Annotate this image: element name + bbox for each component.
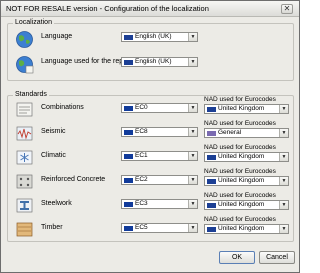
close-icon: ✕ bbox=[283, 4, 291, 13]
combinations-nad: United Kingdom bbox=[218, 105, 265, 112]
concrete-code: EC2 bbox=[135, 176, 148, 183]
timber-nad-select[interactable]: United Kingdom ▼ bbox=[204, 224, 289, 234]
report-language-value: English (UK) bbox=[135, 58, 172, 65]
general-flag-icon bbox=[207, 131, 216, 136]
steelwork-nad-select[interactable]: United Kingdom ▼ bbox=[204, 200, 289, 210]
steelwork-nad: United Kingdom bbox=[218, 201, 265, 208]
concrete-label: Reinforced Concrete bbox=[41, 176, 106, 183]
concrete-code-select[interactable]: EC2 ▼ bbox=[121, 175, 198, 185]
steelwork-code: EC3 bbox=[135, 200, 148, 207]
chevron-down-icon: ▼ bbox=[279, 177, 288, 185]
chevron-down-icon: ▼ bbox=[188, 200, 197, 208]
seismic-label: Seismic bbox=[41, 128, 66, 135]
nad-label: NAD used for Eurocodes bbox=[204, 144, 276, 151]
chevron-down-icon: ▼ bbox=[188, 128, 197, 136]
close-button[interactable]: ✕ bbox=[281, 4, 293, 14]
uk-flag-icon bbox=[207, 155, 216, 160]
eu-flag-icon bbox=[124, 130, 133, 135]
language-value: English (UK) bbox=[135, 33, 172, 40]
combinations-nad-select[interactable]: United Kingdom ▼ bbox=[204, 104, 289, 114]
climatic-icon bbox=[16, 150, 33, 165]
climatic-label: Climatic bbox=[41, 152, 66, 159]
combinations-code-select[interactable]: EC0 ▼ bbox=[121, 103, 198, 113]
eu-flag-icon bbox=[124, 202, 133, 207]
uk-flag-icon bbox=[124, 35, 133, 40]
seismic-code-select[interactable]: EC8 ▼ bbox=[121, 127, 198, 137]
localization-group-title: Localization bbox=[13, 19, 54, 26]
timber-icon bbox=[16, 222, 33, 237]
globe-report-icon bbox=[16, 56, 34, 74]
uk-flag-icon bbox=[207, 227, 216, 232]
uk-flag-icon bbox=[207, 203, 216, 208]
standards-group: Standards Combinations EC0 ▼ NAD used fo… bbox=[7, 91, 294, 242]
concrete-nad-select[interactable]: United Kingdom ▼ bbox=[204, 176, 289, 186]
chevron-down-icon: ▼ bbox=[279, 129, 288, 137]
seismic-code: EC8 bbox=[135, 128, 148, 135]
concrete-nad: United Kingdom bbox=[218, 177, 265, 184]
combinations-label: Combinations bbox=[41, 104, 84, 111]
chevron-down-icon: ▼ bbox=[279, 105, 288, 113]
timber-label: Timber bbox=[41, 224, 63, 231]
timber-code-select[interactable]: EC5 ▼ bbox=[121, 223, 198, 233]
nad-label: NAD used for Eurocodes bbox=[204, 120, 276, 127]
eu-flag-icon bbox=[124, 226, 133, 231]
localization-group: Localization Language English (UK) ▼ Lan… bbox=[7, 19, 294, 81]
language-select[interactable]: English (UK) ▼ bbox=[121, 32, 198, 42]
climatic-code: EC1 bbox=[135, 152, 148, 159]
uk-flag-icon bbox=[207, 179, 216, 184]
climatic-nad: United Kingdom bbox=[218, 153, 265, 160]
timber-nad: United Kingdom bbox=[218, 225, 265, 232]
steelwork-icon bbox=[16, 198, 33, 213]
combinations-code: EC0 bbox=[135, 104, 148, 111]
combinations-icon bbox=[16, 102, 33, 117]
eu-flag-icon bbox=[124, 178, 133, 183]
ok-button[interactable]: OK bbox=[219, 251, 255, 264]
seismic-icon bbox=[16, 126, 33, 141]
steelwork-code-select[interactable]: EC3 ▼ bbox=[121, 199, 198, 209]
globe-icon bbox=[16, 31, 33, 48]
concrete-icon bbox=[16, 174, 33, 189]
seismic-nad-select[interactable]: General ▼ bbox=[204, 128, 289, 138]
climatic-code-select[interactable]: EC1 ▼ bbox=[121, 151, 198, 161]
chevron-down-icon: ▼ bbox=[188, 33, 197, 41]
climatic-nad-select[interactable]: United Kingdom ▼ bbox=[204, 152, 289, 162]
nad-label: NAD used for Eurocodes bbox=[204, 192, 276, 199]
chevron-down-icon: ▼ bbox=[279, 201, 288, 209]
chevron-down-icon: ▼ bbox=[188, 224, 197, 232]
chevron-down-icon: ▼ bbox=[279, 153, 288, 161]
cancel-button[interactable]: Cancel bbox=[259, 251, 295, 264]
nad-label: NAD used for Eurocodes bbox=[204, 96, 276, 103]
nad-label: NAD used for Eurocodes bbox=[204, 216, 276, 223]
uk-flag-icon bbox=[124, 60, 133, 65]
language-label: Language bbox=[41, 33, 73, 40]
standards-group-title: Standards bbox=[13, 91, 49, 98]
chevron-down-icon: ▼ bbox=[188, 152, 197, 160]
uk-flag-icon bbox=[207, 107, 216, 112]
chevron-down-icon: ▼ bbox=[279, 225, 288, 233]
report-language-select[interactable]: English (UK) ▼ bbox=[121, 57, 198, 67]
timber-code: EC5 bbox=[135, 224, 148, 231]
title-bar: NOT FOR RESALE version - Configuration o… bbox=[1, 1, 299, 17]
eu-flag-icon bbox=[124, 154, 133, 159]
nad-label: NAD used for Eurocodes bbox=[204, 168, 276, 175]
chevron-down-icon: ▼ bbox=[188, 58, 197, 66]
seismic-nad: General bbox=[218, 129, 242, 136]
chevron-down-icon: ▼ bbox=[188, 176, 197, 184]
eu-flag-icon bbox=[124, 106, 133, 111]
chevron-down-icon: ▼ bbox=[188, 104, 197, 112]
steelwork-label: Steelwork bbox=[41, 200, 72, 207]
report-language-label: Language used for the report bbox=[41, 58, 132, 65]
configuration-dialog: NOT FOR RESALE version - Configuration o… bbox=[0, 0, 300, 273]
window-title: NOT FOR RESALE version - Configuration o… bbox=[6, 4, 209, 13]
